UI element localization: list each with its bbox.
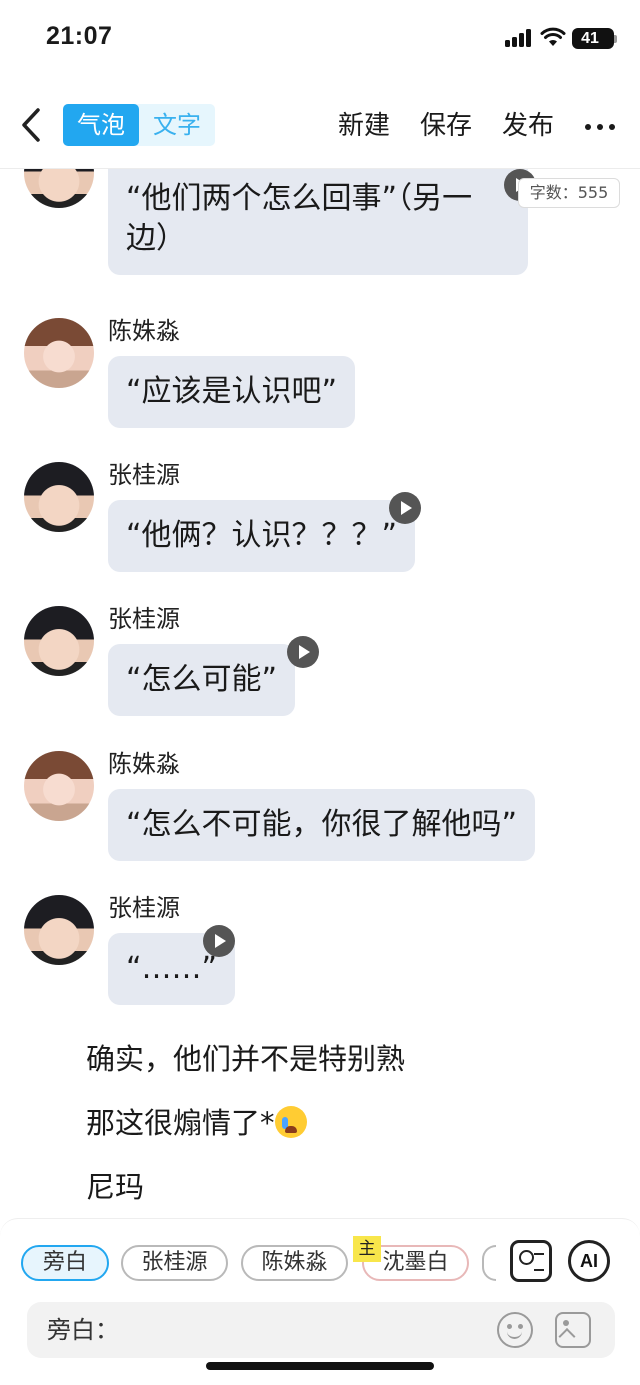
sender-name: 陈姝淼 [108,750,180,778]
sender-name: 张桂源 [108,605,180,633]
avatar[interactable] [24,895,94,965]
avatar[interactable] [24,751,94,821]
message-bubble[interactable]: “应该是认识吧” [108,356,356,428]
avatar[interactable] [24,169,94,208]
image-icon[interactable] [555,1312,591,1348]
crying-emoji-icon [274,1106,307,1138]
wifi-icon [540,27,566,46]
input-role-label: 旁白： [47,1316,119,1344]
battery-cap [614,35,617,43]
contact-card-icon[interactable] [510,1240,552,1282]
tab-bubble[interactable]: 气泡 [63,104,139,146]
avatar[interactable] [24,462,94,532]
signal-icon [505,29,535,47]
mode-switch: 气泡 文字 [63,104,215,146]
avatar[interactable] [24,606,94,676]
message-bubble[interactable]: “他们两个怎么回事”（另一边） [108,169,528,275]
battery-level: 41 [581,30,599,47]
avatar[interactable] [24,318,94,388]
back-icon[interactable] [18,106,46,144]
role-chip-partial[interactable] [482,1245,496,1281]
sender-name: 陈姝淼 [108,317,180,345]
nav-bar: 气泡 文字 新建 保存 发布 [0,96,640,160]
play-icon[interactable] [287,636,319,668]
more-icon[interactable] [585,124,615,130]
save-button[interactable]: 保存 [420,106,472,146]
narration-line[interactable]: 尼玛 [86,1167,144,1207]
narration-line[interactable]: 确实，他们并不是特别熟 [86,1039,405,1079]
tab-text[interactable]: 文字 [139,104,215,146]
battery-icon: 41 [572,28,614,49]
role-chip[interactable]: 张桂源 [121,1245,228,1281]
ai-button[interactable]: AI [568,1240,610,1282]
narration-line[interactable]: 那这很煽情了* [86,1103,307,1143]
bottom-panel: 旁白 张桂源 陈姝淼 沈墨白 主 AI 旁白： [0,1218,640,1385]
role-chip[interactable]: 陈姝淼 [241,1245,348,1281]
publish-button[interactable]: 发布 [502,106,554,146]
play-icon[interactable] [389,492,421,524]
status-bar: 21:07 41 [0,0,640,80]
new-button[interactable]: 新建 [338,106,390,146]
play-icon[interactable] [203,925,235,957]
message-bubble[interactable]: “怎么可能” [108,644,296,716]
message-input[interactable]: 旁白： [27,1302,615,1358]
word-count: 字数：555 [518,178,620,208]
home-indicator [206,1362,434,1370]
message-bubble[interactable]: “他俩？认识？？？” [108,500,416,572]
status-time: 21:07 [46,22,113,50]
chat-area[interactable]: “他们两个怎么回事”（另一边） 字数：555 陈姝淼 “应该是认识吧” 张桂源 … [0,169,640,1219]
emoji-icon[interactable] [497,1312,533,1348]
role-chip[interactable]: 旁白 [21,1245,109,1281]
main-role-badge: 主 [353,1236,381,1262]
narration-text: 那这很煽情了* [86,1106,275,1140]
message-bubble[interactable]: “怎么不可能，你很了解他吗” [108,789,536,861]
sender-name: 张桂源 [108,894,180,922]
sender-name: 张桂源 [108,461,180,489]
